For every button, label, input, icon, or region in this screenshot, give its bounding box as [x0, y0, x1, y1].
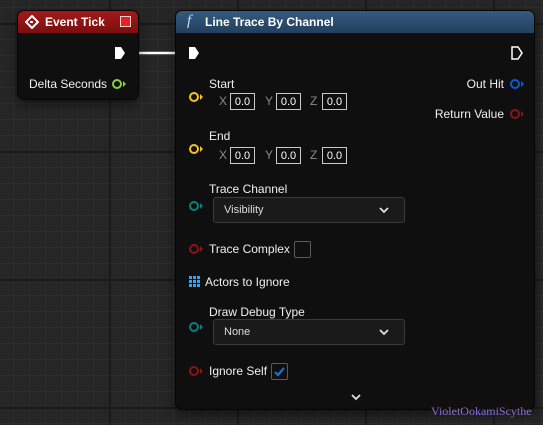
event-tick-header[interactable]: Event Tick [18, 11, 138, 33]
exec-out-pin[interactable] [114, 46, 126, 60]
draw-debug-type-dropdown[interactable]: None [213, 319, 405, 345]
trace-channel-pin[interactable] [188, 200, 204, 212]
end-label: End [209, 129, 231, 143]
return-value-pin[interactable] [509, 108, 525, 120]
actors-to-ignore-array-pin[interactable] [189, 276, 201, 288]
trace-complex-pin[interactable] [188, 243, 204, 255]
trace-complex-label: Trace Complex [209, 242, 290, 256]
watermark: VioletOokamiScythe [431, 404, 532, 418]
start-x-axis: X [219, 94, 228, 108]
exec-out-pin[interactable] [511, 46, 523, 60]
event-tick-title: Event Tick [45, 15, 105, 29]
chevron-down-icon [379, 207, 389, 214]
start-y-input[interactable]: 0.0 [276, 93, 301, 110]
function-icon: f [187, 13, 192, 29]
start-y-axis: Y [265, 94, 274, 108]
end-z-axis: Z [310, 148, 318, 162]
delegate-pin-icon[interactable] [120, 16, 131, 27]
line-trace-header[interactable]: f Line Trace By Channel [176, 11, 534, 33]
trace-channel-value: Visibility [224, 204, 264, 216]
draw-debug-type-value: None [224, 326, 251, 338]
return-value-label: Return Value [434, 107, 504, 121]
end-x-axis: X [219, 148, 228, 162]
ignore-self-checkbox[interactable] [271, 363, 288, 380]
end-y-input[interactable]: 0.0 [276, 147, 301, 164]
draw-debug-type-label: Draw Debug Type [209, 305, 305, 319]
start-label: Start [209, 77, 235, 91]
end-vector-pin[interactable] [188, 143, 204, 155]
line-trace-title: Line Trace By Channel [205, 15, 334, 29]
end-y-axis: Y [265, 148, 274, 162]
line-trace-by-channel-node[interactable]: f Line Trace By Channel Start X 0.0 Y 0.… [176, 11, 534, 409]
trace-channel-label: Trace Channel [209, 182, 288, 196]
start-z-input[interactable]: 0.0 [322, 93, 347, 110]
event-tick-node[interactable]: Event Tick Delta Seconds [18, 11, 138, 99]
end-z-input[interactable]: 0.0 [322, 147, 347, 164]
trace-complex-checkbox[interactable] [294, 241, 311, 258]
out-hit-pin[interactable] [509, 78, 525, 90]
expand-chevron-icon[interactable] [349, 392, 363, 404]
event-diamond-icon [25, 15, 39, 29]
ignore-self-label: Ignore Self [209, 364, 268, 378]
start-z-axis: Z [310, 94, 318, 108]
delta-seconds-pin[interactable] [111, 78, 127, 90]
draw-debug-type-pin[interactable] [188, 321, 204, 333]
exec-in-pin[interactable] [188, 46, 200, 60]
start-x-input[interactable]: 0.0 [230, 93, 255, 110]
checkmark-icon [274, 367, 285, 377]
ignore-self-pin[interactable] [188, 365, 204, 377]
trace-channel-dropdown[interactable]: Visibility [213, 197, 405, 223]
chevron-down-icon [379, 329, 389, 336]
start-vector-pin[interactable] [188, 91, 204, 103]
actors-to-ignore-label: Actors to Ignore [205, 275, 290, 289]
end-x-input[interactable]: 0.0 [230, 147, 255, 164]
out-hit-label: Out Hit [466, 77, 504, 91]
delta-seconds-label: Delta Seconds [29, 77, 108, 91]
